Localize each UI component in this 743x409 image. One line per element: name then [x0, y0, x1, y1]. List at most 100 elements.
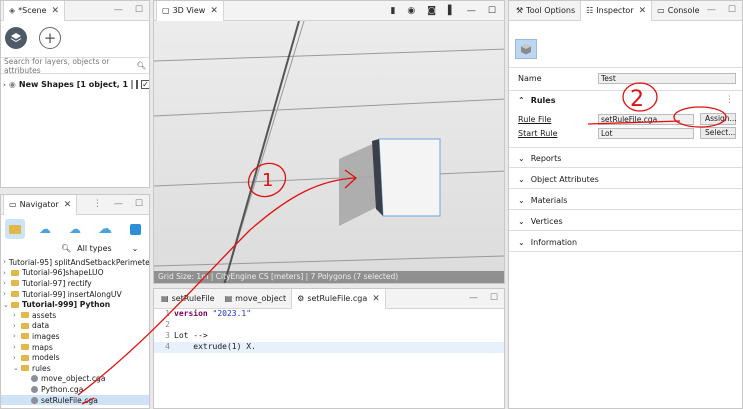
tree-item[interactable]: › images: [1, 331, 149, 342]
code-line[interactable]: 3 Lot -->: [154, 331, 504, 342]
tree-item[interactable]: ⌄ rules: [1, 363, 149, 374]
visibility-toggle-a[interactable]: [136, 80, 139, 89]
eye-icon[interactable]: ◉: [407, 6, 415, 16]
close-icon[interactable]: ✕: [64, 200, 72, 210]
section-header[interactable]: ⌄ Information: [518, 238, 577, 247]
tree-item[interactable]: Python.cga: [1, 384, 149, 395]
3d-viewport[interactable]: Grid Size: 1m | CityEngine CS [meters] |…: [154, 21, 504, 283]
cube-face-front[interactable]: [378, 138, 441, 217]
start-rule-link[interactable]: Start Rule: [518, 129, 598, 138]
tree-item[interactable]: › Tutorial-99] insertAlongUV: [1, 289, 149, 300]
minimize-icon[interactable]: —: [469, 293, 478, 303]
section-label: Object Attributes: [530, 175, 599, 184]
cloud-download-icon: ☁: [39, 222, 51, 236]
divider: [509, 147, 742, 148]
tab-console[interactable]: ▭ Console: [652, 1, 704, 21]
maximize-icon[interactable]: ☐: [490, 293, 498, 303]
tab-editor-move-object[interactable]: ▤ move_object: [220, 289, 292, 309]
scene-tabbar: ◈ *Scene ✕ — ☐: [1, 1, 149, 21]
chevron-down-icon: ⌄: [518, 196, 525, 205]
tree-item[interactable]: setRuleFile.cga: [1, 394, 149, 406]
share-button[interactable]: ☁: [65, 219, 85, 239]
tree-item[interactable]: › assets: [1, 310, 149, 321]
tree-item[interactable]: move_object.cga: [1, 374, 149, 385]
camera-icon[interactable]: ◙: [427, 6, 436, 16]
stack-icon: [10, 33, 22, 43]
divider: [509, 209, 742, 210]
code-line[interactable]: 4 extrude(1) X.: [154, 342, 504, 353]
chevron-right-icon[interactable]: ›: [13, 311, 21, 319]
layers-toggle-icon[interactable]: ▮: [390, 6, 395, 16]
cloud-icon: ☁: [98, 221, 112, 237]
tree-item[interactable]: › Tutorial-97] rectify: [1, 278, 149, 289]
maximize-icon[interactable]: ☐: [135, 199, 143, 209]
tree-item[interactable]: › Tutorial-95] splitAndSetbackPerimete: [1, 257, 149, 268]
start-rule-field[interactable]: Lot: [598, 127, 694, 139]
minimize-icon[interactable]: —: [114, 199, 123, 209]
tab-inspector[interactable]: ☷ Inspector ✕: [580, 1, 653, 21]
type-filter[interactable]: 🔍︎ All types ⌄: [61, 244, 138, 253]
tab-editor-setrulefile-cga[interactable]: ⚙ setRuleFile.cga ✕: [291, 289, 386, 309]
chevron-right-icon[interactable]: ›: [13, 343, 21, 351]
cloud-button[interactable]: ☁: [95, 219, 115, 239]
minimize-icon[interactable]: —: [114, 5, 123, 15]
tab-tool-options[interactable]: ⚒ Tool Options: [511, 1, 580, 21]
tab-editor-setrulefile[interactable]: ▤ setRuleFile: [156, 289, 220, 309]
download-button[interactable]: ☁: [35, 219, 55, 239]
rule-file-link[interactable]: Rule File: [518, 115, 598, 124]
open-folder-button[interactable]: [5, 219, 25, 239]
minimize-icon[interactable]: —: [707, 5, 716, 15]
tree-item[interactable]: › Tutorial-96]shapeLUO: [1, 268, 149, 279]
tab-scene[interactable]: ◈ *Scene ✕: [3, 1, 66, 21]
section-header[interactable]: ⌄ Object Attributes: [518, 175, 599, 184]
chevron-right-icon[interactable]: ›: [3, 290, 11, 298]
close-icon[interactable]: ✕: [372, 294, 380, 304]
rules-section-header[interactable]: ⌃ Rules: [518, 96, 556, 105]
tree-item[interactable]: › models: [1, 352, 149, 363]
chevron-right-icon[interactable]: ›: [13, 332, 21, 340]
add-layer-button[interactable]: +: [39, 27, 61, 49]
chevron-right-icon[interactable]: ›: [13, 322, 21, 330]
maximize-icon[interactable]: ☐: [728, 5, 736, 15]
chevron-down-icon: ⌄: [131, 244, 139, 253]
chevron-right-icon[interactable]: ›: [3, 258, 6, 266]
tree-item[interactable]: › maps: [1, 342, 149, 353]
tree-item-label: Tutorial-97] rectify: [22, 278, 92, 288]
code-line[interactable]: 1 version "2023.1": [154, 309, 504, 320]
section-header[interactable]: ⌄ Reports: [518, 154, 561, 163]
close-icon[interactable]: ✕: [52, 6, 60, 16]
tree-item[interactable]: ⌄ Tutorial-999] Python: [1, 299, 149, 310]
expand-arrow-icon[interactable]: ›: [3, 81, 6, 89]
section-header[interactable]: ⌄ Materials: [518, 196, 567, 205]
code-area[interactable]: 1 version "2023.1" 2 3 Lot --> 4 extrude(1) X…: [154, 309, 504, 408]
code-line[interactable]: 2: [154, 320, 504, 331]
maximize-icon[interactable]: ☐: [135, 5, 143, 15]
search-input[interactable]: Search for layers, objects or attributes: [4, 57, 136, 75]
chevron-down-icon[interactable]: ⌄: [3, 301, 11, 309]
close-icon[interactable]: ✕: [639, 6, 647, 16]
menu-dots-icon[interactable]: ⋮: [93, 199, 102, 209]
minimize-icon[interactable]: —: [467, 6, 476, 16]
chevron-right-icon[interactable]: ›: [3, 269, 11, 277]
scene-search[interactable]: Search for layers, objects or attributes…: [1, 57, 149, 75]
layers-button[interactable]: [5, 27, 27, 49]
bookmark-icon[interactable]: ▌: [448, 6, 455, 16]
chevron-right-icon[interactable]: ›: [3, 279, 11, 287]
hub-button[interactable]: [125, 219, 145, 239]
select-button[interactable]: Select...: [700, 127, 736, 139]
chevron-down-icon[interactable]: ⌄: [13, 364, 21, 372]
lock-toggle[interactable]: [131, 80, 134, 89]
rule-file-field[interactable]: setRuleFile.cga: [598, 113, 694, 125]
close-icon[interactable]: ✕: [210, 6, 218, 16]
layer-row[interactable]: › ◉ New Shapes [1 object, 1 ✓: [3, 80, 149, 89]
chevron-right-icon[interactable]: ›: [13, 354, 21, 362]
maximize-icon[interactable]: ☐: [488, 6, 496, 16]
tree-item[interactable]: › data: [1, 321, 149, 332]
assign-button[interactable]: Assign...: [700, 113, 737, 125]
tab-3d-view[interactable]: ▢ 3D View ✕: [156, 1, 224, 21]
section-header[interactable]: ⌄ Vertices: [518, 217, 563, 226]
visibility-toggle-b[interactable]: ✓: [141, 80, 149, 89]
tab-navigator[interactable]: ▭ Navigator ✕: [3, 195, 78, 215]
menu-dots-icon[interactable]: ⋮: [725, 95, 734, 105]
name-field[interactable]: Test: [598, 73, 736, 84]
